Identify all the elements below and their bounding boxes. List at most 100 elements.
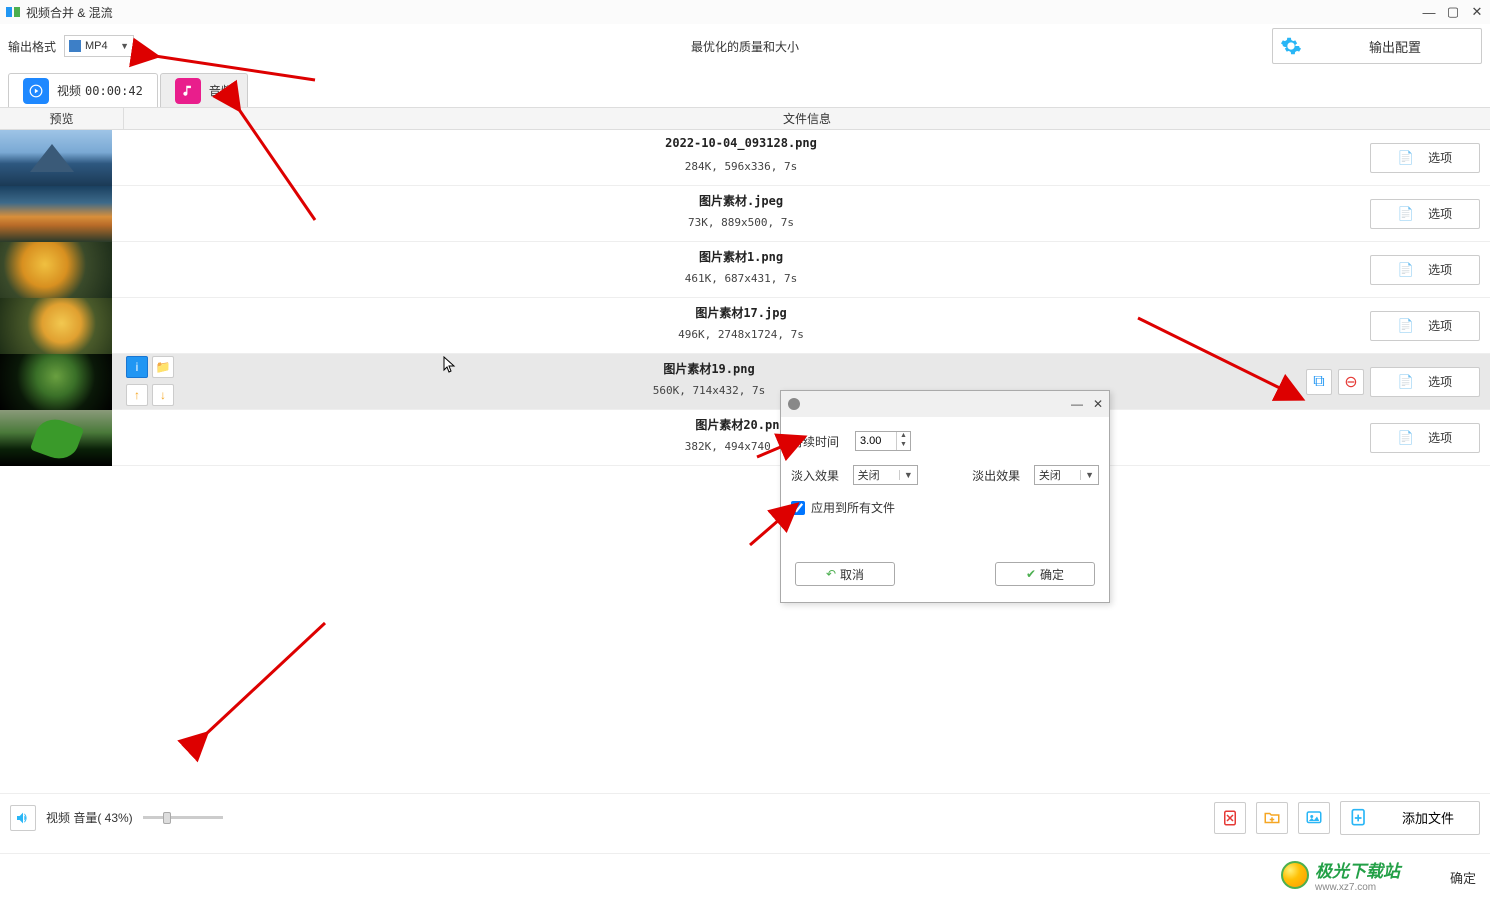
duration-spinner[interactable]: ▲▼ <box>855 431 911 451</box>
file-info: 496K, 2748x1724, 7s <box>678 328 804 341</box>
output-config-label: 输出配置 <box>1309 37 1481 56</box>
options-label: 选项 <box>1428 429 1452 446</box>
file-row[interactable]: 图片素材17.jpg 496K, 2748x1724, 7s 📄 选项 <box>0 298 1490 354</box>
options-label: 选项 <box>1428 373 1452 390</box>
duration-input[interactable] <box>856 432 896 450</box>
remove-button[interactable]: ⊖ <box>1338 369 1364 395</box>
options-button[interactable]: 📄 选项 <box>1370 423 1480 453</box>
options-dialog: — ✕ 持续时间 ▲▼ 淡入效果 关闭 ▼ 淡出效果 关闭 ▼ <box>780 390 1110 603</box>
duration-label: 持续时间 <box>791 433 847 450</box>
file-row[interactable]: 图片素材.jpeg 73K, 889x500, 7s 📄 选项 <box>0 186 1490 242</box>
output-config-button[interactable]: 输出配置 <box>1272 28 1482 64</box>
video-icon <box>23 78 49 104</box>
close-button[interactable]: ✕ <box>1470 5 1484 19</box>
thumbnail <box>0 354 112 410</box>
tab-audio[interactable]: 音频 <box>160 73 248 107</box>
slider-thumb[interactable] <box>163 812 171 824</box>
watermark: 极光下载站 www.xz7.com <box>1281 857 1400 893</box>
footer-ok-button[interactable]: 确定 <box>1450 868 1476 887</box>
file-row[interactable]: 图片素材20.png 382K, 494x740, 7s 📄 选项 <box>0 410 1490 466</box>
chevron-down-icon: ▼ <box>899 470 917 480</box>
annotation-arrow <box>195 615 335 750</box>
dialog-titlebar: — ✕ <box>781 391 1109 417</box>
options-icon: 📄 <box>1398 430 1414 446</box>
undo-icon: ↶ <box>826 567 836 581</box>
options-button[interactable]: 📄 选项 <box>1370 255 1480 285</box>
file-list: 2022-10-04_093128.png 284K, 596x336, 7s … <box>0 130 1490 466</box>
options-button[interactable]: 📄 选项 <box>1370 199 1480 229</box>
globe-icon <box>1281 861 1309 889</box>
thumbnail <box>0 410 112 466</box>
add-file-button[interactable]: 添加文件 <box>1340 801 1480 835</box>
spin-up[interactable]: ▲ <box>897 432 910 441</box>
chevron-down-icon: ▼ <box>120 41 129 51</box>
add-image-button[interactable] <box>1298 802 1330 834</box>
fadeout-value: 关闭 <box>1035 467 1080 483</box>
titlebar: 视频合并 & 混流 — ▢ ✕ <box>0 0 1490 24</box>
col-preview: 预览 <box>0 108 124 129</box>
maximize-button[interactable]: ▢ <box>1446 5 1460 19</box>
bottom-bar: 视频 音量( 43%) 添加文件 <box>0 793 1490 841</box>
thumbnail <box>0 130 112 186</box>
options-icon: 📄 <box>1398 374 1414 390</box>
dialog-cancel-button[interactable]: ↶ 取消 <box>795 562 895 586</box>
tab-video-time: 00:00:42 <box>85 84 143 98</box>
file-name: 图片素材.jpeg <box>699 192 783 209</box>
add-folder-button[interactable] <box>1256 802 1288 834</box>
file-row[interactable]: 图片素材1.png 461K, 687x431, 7s 📄 选项 <box>0 242 1490 298</box>
file-row[interactable]: 2022-10-04_093128.png 284K, 596x336, 7s … <box>0 130 1490 186</box>
options-icon: 📄 <box>1398 318 1414 334</box>
volume-button[interactable] <box>10 805 36 831</box>
add-file-icon <box>1341 808 1377 828</box>
delete-file-button[interactable] <box>1214 802 1246 834</box>
options-label: 选项 <box>1428 261 1452 278</box>
ok-label: 确定 <box>1040 566 1064 583</box>
options-label: 选项 <box>1428 317 1452 334</box>
file-info: 284K, 596x336, 7s <box>685 160 798 173</box>
add-file-label: 添加文件 <box>1377 808 1479 827</box>
tab-video-label: 视频 <box>57 82 81 99</box>
fadein-value: 关闭 <box>854 467 899 483</box>
footer: 极光下载站 www.xz7.com 确定 <box>0 853 1490 901</box>
options-label: 选项 <box>1428 149 1452 166</box>
copy-button[interactable]: ⧉ <box>1306 369 1332 395</box>
quality-text: 最优化的质量和大小 <box>691 38 799 55</box>
tab-audio-label: 音频 <box>209 82 233 99</box>
fadeout-select[interactable]: 关闭 ▼ <box>1034 465 1099 485</box>
spin-down[interactable]: ▼ <box>897 441 910 450</box>
dialog-close-button[interactable]: ✕ <box>1093 397 1103 411</box>
column-headers: 预览 文件信息 <box>0 108 1490 130</box>
dialog-minimize-button[interactable]: — <box>1071 397 1083 411</box>
volume-slider[interactable] <box>143 816 223 819</box>
file-row-selected[interactable]: i 📁 ↑ ↓ 图片素材19.png 560K, 714x432, 7s ⧉ ⊖… <box>0 354 1490 410</box>
top-toolbar: 输出格式 MP4 ▼ 最优化的质量和大小 输出配置 <box>0 24 1490 68</box>
cancel-label: 取消 <box>840 566 864 583</box>
volume-label: 视频 音量( 43%) <box>46 809 133 826</box>
watermark-url: www.xz7.com <box>1315 882 1400 893</box>
options-button[interactable]: 📄 选项 <box>1370 367 1480 397</box>
tabs: 视频 00:00:42 音频 <box>0 68 1490 108</box>
thumbnail <box>0 186 112 242</box>
gear-icon <box>1273 35 1309 57</box>
options-button[interactable]: 📄 选项 <box>1370 311 1480 341</box>
options-button[interactable]: 📄 选项 <box>1370 143 1480 173</box>
watermark-text: 极光下载站 <box>1315 857 1400 882</box>
minimize-button[interactable]: — <box>1422 5 1436 19</box>
check-icon: ✔ <box>1026 567 1036 581</box>
file-name: 2022-10-04_093128.png <box>665 136 817 150</box>
applyall-checkbox[interactable] <box>791 501 805 515</box>
options-icon: 📄 <box>1398 150 1414 166</box>
fadein-select[interactable]: 关闭 ▼ <box>853 465 918 485</box>
output-format-select[interactable]: MP4 ▼ <box>64 35 134 57</box>
format-value: MP4 <box>85 40 108 52</box>
file-name: 图片素材17.jpg <box>695 304 786 321</box>
file-info: 560K, 714x432, 7s <box>653 384 766 397</box>
file-name: 图片素材19.png <box>663 360 754 377</box>
output-format-label: 输出格式 <box>8 38 56 55</box>
tab-video[interactable]: 视频 00:00:42 <box>8 73 158 107</box>
format-icon <box>69 40 81 52</box>
applyall-label: 应用到所有文件 <box>811 499 895 516</box>
options-label: 选项 <box>1428 205 1452 222</box>
thumbnail <box>0 242 112 298</box>
dialog-ok-button[interactable]: ✔ 确定 <box>995 562 1095 586</box>
